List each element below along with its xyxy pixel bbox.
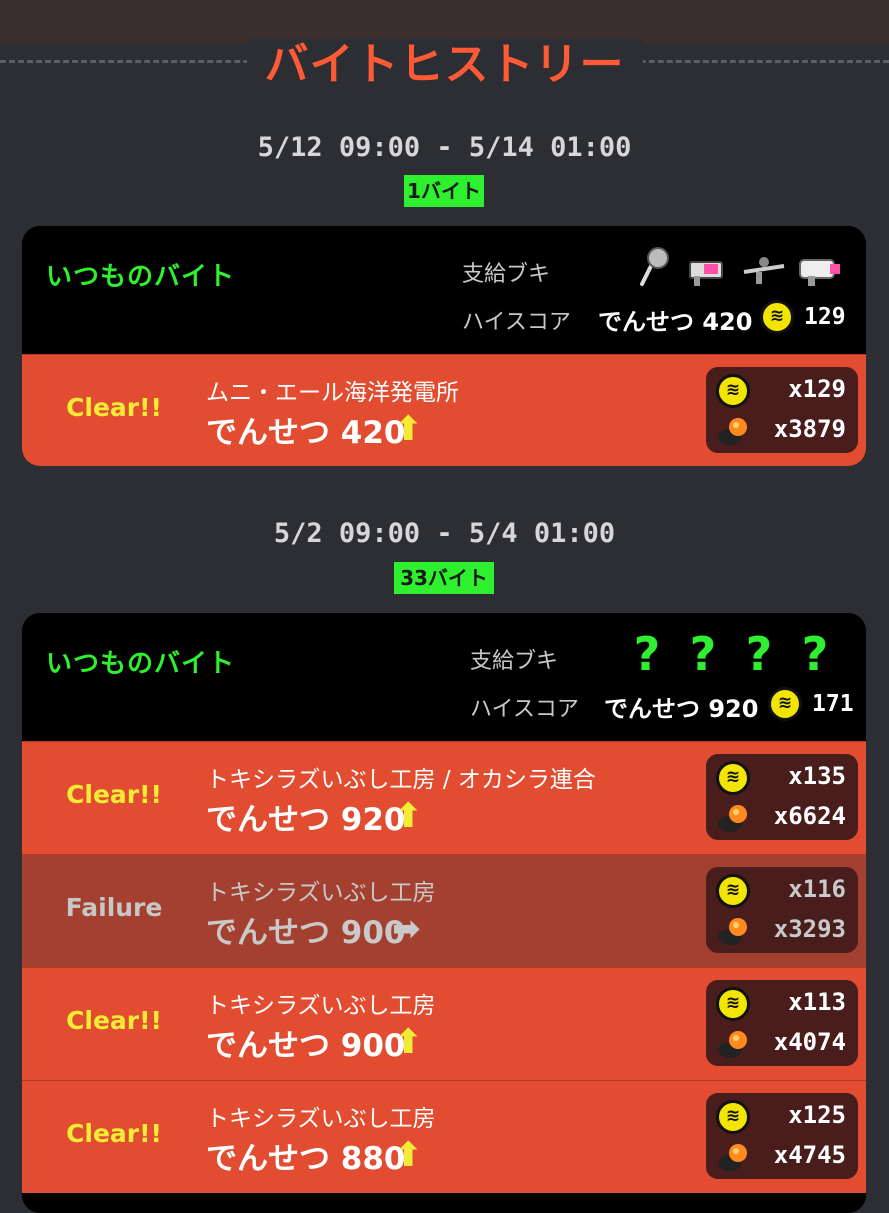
golden-egg-icon: ≋ (716, 987, 750, 1021)
highscore-value: でんせつ 420 (598, 308, 753, 336)
golden-egg-icon: ≋ (716, 1100, 750, 1134)
job-row[interactable]: Clear!! トキシラズいぶし工房 / オカシラ連合 でんせつ 920 ⬆ ≋… (22, 741, 866, 854)
golden-egg-icon: ≋ (768, 687, 802, 721)
shift-mode: いつものバイト (46, 649, 236, 679)
job-row[interactable]: Failure トキシラズいぶし工房 でんせつ 900 ➡ ≋ x116 x32… (22, 854, 866, 967)
power-egg-count: x3293 (773, 915, 846, 943)
weapons-label: 支給ブキ (462, 262, 551, 287)
highscore-eggs: 129 (804, 304, 846, 330)
job-stats: ≋ x129 x3879 (706, 367, 858, 453)
job-result: Clear!! (66, 393, 162, 422)
weapon-sniper-icon (743, 257, 785, 284)
job-stage: トキシラズいぶし工房 (206, 993, 436, 1019)
job-stats: ≋ x113 x4074 (706, 980, 858, 1066)
job-row[interactable]: Clear!! ムニ・エール海洋発電所 でんせつ 420 ⬆ ≋ x129 x3… (22, 354, 866, 466)
job-stage: トキシラズいぶし工房 (206, 880, 436, 906)
shift-count-badge: 33バイト (394, 562, 494, 594)
job-row[interactable]: Clear!! トキシラズいぶし工房 でんせつ 900 ⬆ ≋ x113 x40… (22, 967, 866, 1080)
weapon-blaster-icon (799, 259, 840, 286)
unknown-weapon-icon: ? (801, 627, 829, 681)
shift-mode: いつものバイト (46, 262, 236, 292)
golden-egg-count: x129 (788, 375, 846, 403)
shift-card[interactable]: いつものバイト 支給ブキ ? ? ? ? ハイスコア でんせつ 920 ≋ 17… (22, 613, 866, 1213)
job-result: Clear!! (66, 1006, 162, 1035)
unknown-weapon-icon: ? (633, 627, 661, 681)
power-egg-icon (718, 1144, 747, 1171)
job-stats: ≋ x125 x4745 (706, 1093, 858, 1179)
power-egg-icon (718, 1031, 747, 1058)
golden-egg-count: x125 (788, 1101, 846, 1129)
job-stats: ≋ x116 x3293 (706, 867, 858, 953)
shift-card[interactable]: いつものバイト 支給ブキ ハイスコア でんせつ 420 ≋ 129 Clear!… (22, 226, 866, 466)
golden-egg-count: x113 (788, 988, 846, 1016)
job-stats: ≋ x135 x6624 (706, 754, 858, 840)
unknown-weapon-icon: ? (689, 627, 717, 681)
highscore-label: ハイスコア (462, 310, 571, 335)
power-egg-count: x4074 (773, 1028, 846, 1056)
job-score: でんせつ 920 (206, 802, 406, 838)
shift-header: いつものバイト 支給ブキ ? ? ? ? ハイスコア でんせつ 920 ≋ 17… (22, 613, 866, 741)
job-score: でんせつ 900 (206, 915, 406, 951)
unknown-weapon-icon: ? (745, 627, 773, 681)
golden-egg-count: x116 (788, 875, 846, 903)
golden-egg-icon: ≋ (716, 874, 750, 908)
arrow-up-icon: ⬆ (394, 409, 423, 449)
weapon-roller-icon (640, 247, 669, 286)
golden-egg-icon: ≋ (716, 374, 750, 408)
weapons-label: 支給ブキ (470, 649, 559, 674)
job-score: でんせつ 900 (206, 1028, 406, 1064)
power-egg-icon (718, 418, 747, 445)
job-result: Clear!! (66, 1119, 162, 1148)
highscore-value: でんせつ 920 (604, 695, 759, 723)
power-egg-count: x6624 (773, 802, 846, 830)
job-stage: ムニ・エール海洋発電所 (206, 380, 459, 406)
job-score: でんせつ 880 (206, 1141, 406, 1177)
weapon-launcher-icon (689, 261, 723, 286)
shift-count-badge: 1バイト (404, 175, 484, 207)
job-stage: トキシラズいぶし工房 / オカシラ連合 (206, 767, 596, 793)
page-title: バイトヒストリー (0, 28, 889, 92)
power-egg-count: x4745 (773, 1141, 846, 1169)
job-result: Clear!! (66, 780, 162, 809)
job-score: でんせつ 420 (206, 415, 406, 451)
shift-header: いつものバイト 支給ブキ ハイスコア でんせつ 420 ≋ 129 (22, 226, 866, 354)
job-result: Failure (65, 893, 163, 922)
arrow-up-icon: ⬆ (394, 1022, 423, 1062)
highscore-eggs: 171 (812, 691, 854, 717)
shift-period: 5/12 09:00 - 5/14 01:00 (257, 132, 632, 163)
power-egg-icon (718, 805, 747, 832)
job-row[interactable]: Clear!! トキシラズいぶし工房 でんせつ 880 ⬆ ≋ x125 x47… (22, 1080, 866, 1193)
arrow-up-icon: ⬆ (394, 796, 423, 836)
golden-egg-count: x135 (788, 762, 846, 790)
power-egg-icon (718, 918, 747, 945)
arrow-up-icon: ⬆ (394, 1135, 423, 1175)
golden-egg-icon: ≋ (716, 761, 750, 795)
shift-period: 5/2 09:00 - 5/4 01:00 (273, 518, 616, 549)
power-egg-count: x3879 (773, 415, 846, 443)
golden-egg-icon: ≋ (760, 300, 794, 334)
highscore-label: ハイスコア (470, 697, 579, 722)
arrow-right-icon: ➡ (392, 909, 421, 949)
job-stage: トキシラズいぶし工房 (206, 1106, 436, 1132)
